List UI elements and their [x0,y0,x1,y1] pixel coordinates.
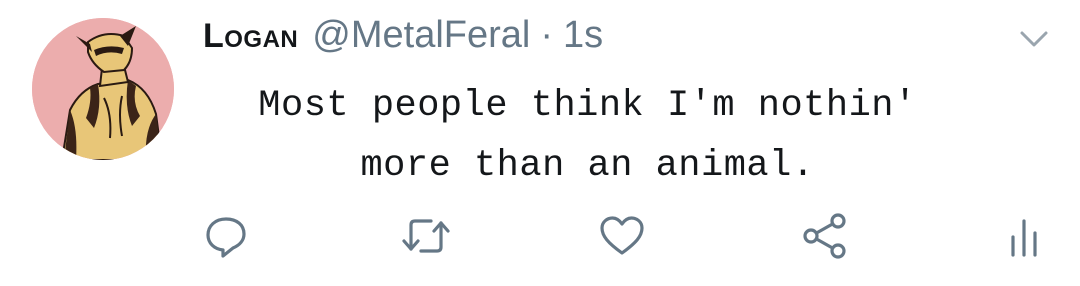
tweet-header: Logan @MetalFeral · 1s [203,14,603,64]
tweet-text: Most people think I'm nothin' more than … [200,76,975,196]
avatar-illustration [32,18,174,160]
avatar[interactable] [32,18,174,160]
reply-icon [206,217,246,258]
share-icon [803,213,846,259]
reply-button[interactable] [198,208,254,264]
analytics-button[interactable] [996,208,1052,264]
share-button[interactable] [797,208,853,264]
tweet-text-line: more than an animal. [360,145,815,187]
tweet-actions [0,208,1080,264]
chevron-down-icon[interactable] [1018,28,1050,50]
retweet-icon [402,219,450,253]
like-button[interactable] [594,208,650,264]
separator-dot: · [540,14,554,56]
analytics-icon [1011,219,1037,257]
tweet[interactable]: Logan @MetalFeral · 1s Most people think… [0,0,1080,286]
user-handle[interactable]: @MetalFeral [312,14,530,57]
retweet-button[interactable] [398,208,454,264]
heart-icon [600,216,644,255]
display-name[interactable]: Logan [203,17,298,56]
tweet-text-line: Most people think I'm nothin' [258,85,917,127]
timestamp[interactable]: 1s [563,14,603,57]
